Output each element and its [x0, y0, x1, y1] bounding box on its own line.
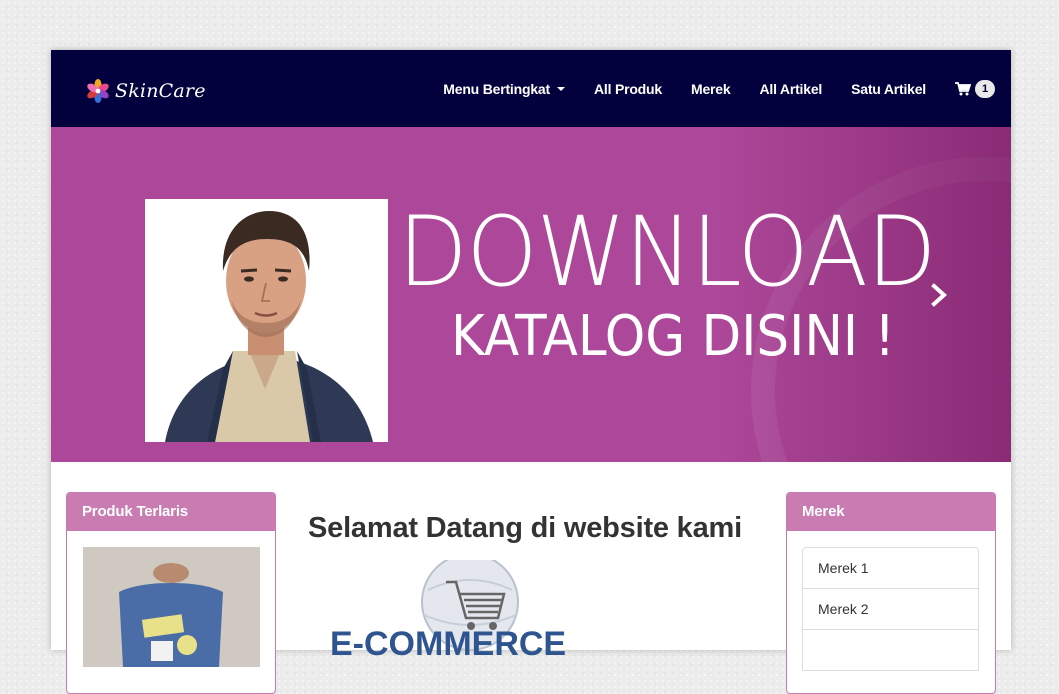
ecommerce-logo: E-COMMERCE [330, 560, 566, 663]
product-image[interactable] [83, 547, 260, 667]
model-portrait-image [145, 199, 388, 442]
page-frame: SkinCare Menu Bertingkat All Produk Mere… [51, 50, 1011, 694]
navbar: SkinCare Menu Bertingkat All Produk Mere… [51, 50, 1011, 127]
nav-menu-bertingkat-label: Menu Bertingkat [443, 80, 550, 97]
cart-button[interactable]: 1 [955, 79, 995, 98]
nav-all-produk[interactable]: All Produk [594, 81, 662, 97]
brand-list-item[interactable]: Merek 2 [802, 588, 979, 630]
brand-panel-title: Merek [787, 493, 995, 531]
nav-all-artikel[interactable]: All Artikel [759, 81, 822, 97]
brand-name: SkinCare [115, 80, 206, 102]
brand-panel: Merek Merek 1 Merek 2 [786, 492, 996, 694]
brand-list: Merek 1 Merek 2 [802, 547, 979, 671]
nav-menu-bertingkat[interactable]: Menu Bertingkat [443, 81, 565, 97]
content-area: Produk Terlaris Selamat Datang di websit… [51, 462, 1011, 694]
brand-list-item[interactable] [802, 629, 979, 671]
nav-satu-artikel[interactable]: Satu Artikel [851, 81, 926, 97]
main-nav: Menu Bertingkat All Produk Merek All Art… [414, 50, 995, 127]
best-seller-title: Produk Terlaris [67, 493, 275, 531]
shopping-cart-icon [955, 81, 971, 95]
hero-banner[interactable]: DOWNLOAD KATALOG DISINI ! [51, 127, 1011, 462]
nav-merek[interactable]: Merek [691, 81, 731, 97]
flower-logo-icon [87, 79, 109, 103]
welcome-heading: Selamat Datang di website kami [308, 512, 742, 544]
banner-model-photo [145, 199, 388, 442]
cart-count-badge: 1 [975, 79, 995, 98]
brand[interactable]: SkinCare [85, 78, 206, 104]
banner-subtitle: KATALOG DISINI ! [451, 304, 896, 369]
banner-title: DOWNLOAD [398, 196, 936, 308]
svg-text:E-COMMERCE: E-COMMERCE [330, 625, 566, 663]
brand-list-item[interactable]: Merek 1 [802, 547, 979, 589]
product-tshirt-image [83, 547, 260, 667]
caret-down-icon [556, 86, 565, 91]
best-seller-panel: Produk Terlaris [66, 492, 276, 694]
chevron-right-icon[interactable] [926, 282, 952, 308]
